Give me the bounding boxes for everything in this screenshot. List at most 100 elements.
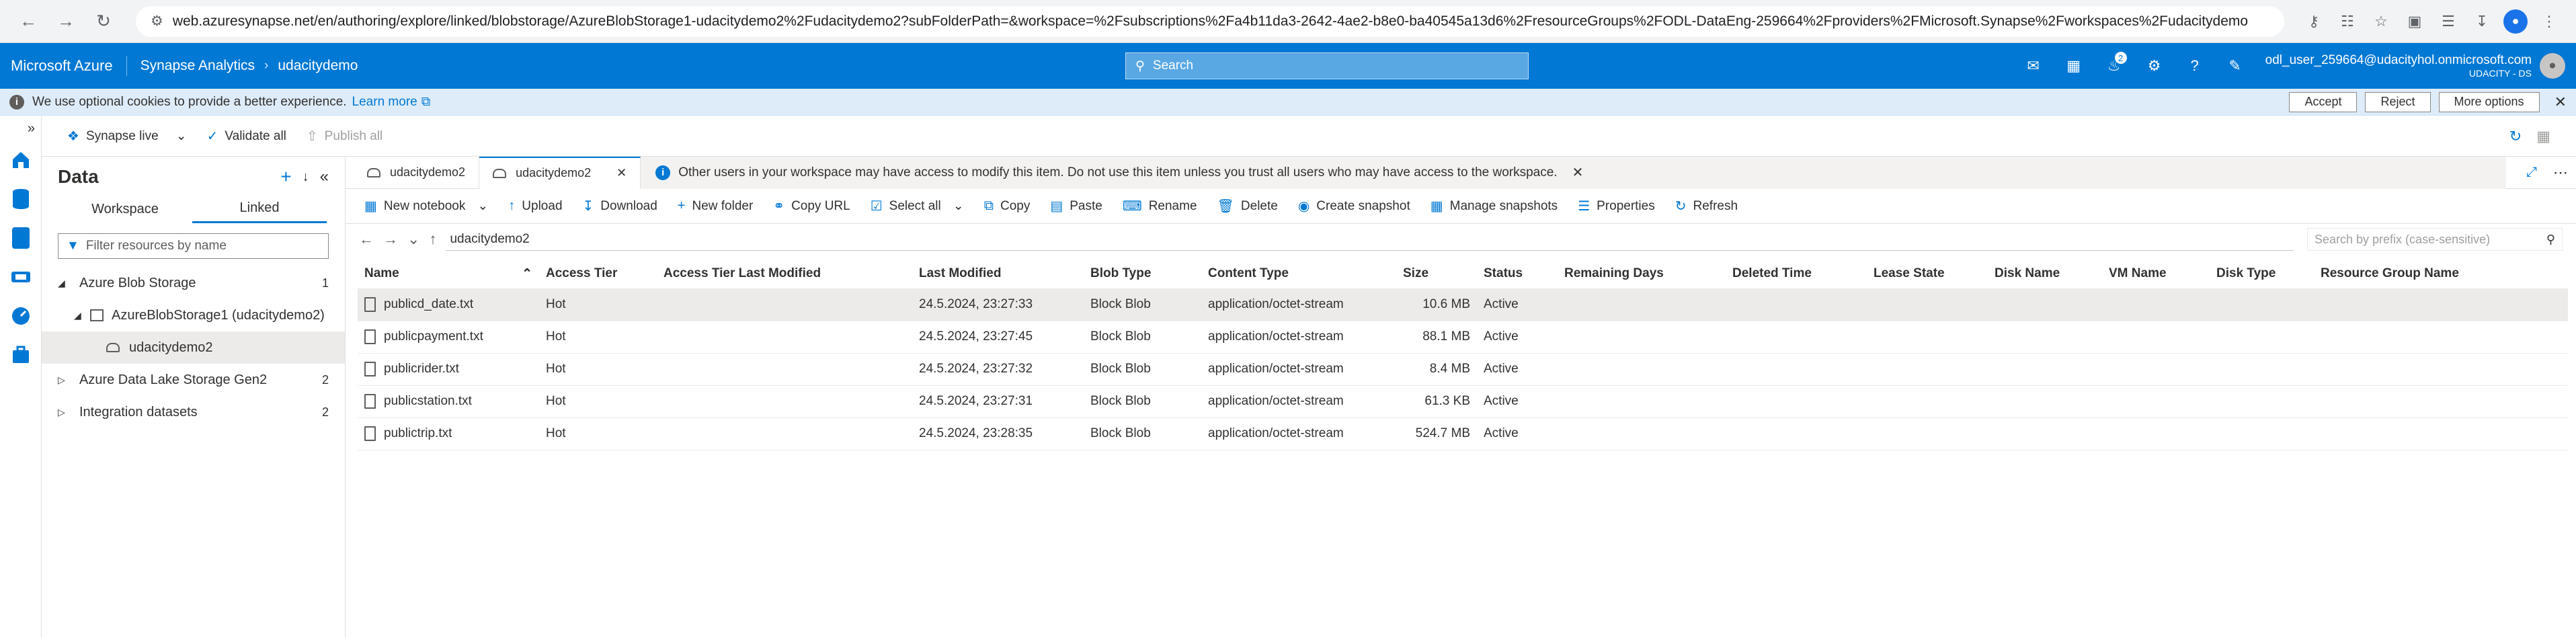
tree-node-udacitydemo2[interactable]: udacitydemo2 bbox=[42, 331, 345, 364]
col-header-lease-state[interactable]: Lease State bbox=[1867, 259, 1988, 288]
delete-button[interactable]: 🗑 Delete bbox=[1217, 198, 1278, 214]
settings-gear-icon[interactable]: ⚙ bbox=[2139, 50, 2170, 81]
add-resource-icon[interactable]: + bbox=[280, 166, 291, 188]
tab-linked[interactable]: Linked bbox=[192, 200, 327, 223]
develop-hub-icon[interactable] bbox=[0, 218, 42, 257]
close-tab-icon[interactable]: ✕ bbox=[616, 166, 627, 180]
manage-hub-icon[interactable] bbox=[0, 335, 42, 374]
user-account[interactable]: odl_user_259664@udacityhol.onmicrosoft.c… bbox=[2265, 53, 2532, 79]
maximize-icon[interactable]: ⤢ bbox=[2526, 165, 2537, 180]
path-input[interactable]: udacitydemo2 bbox=[446, 228, 2294, 251]
discard-icon[interactable]: ▦ bbox=[2536, 128, 2550, 145]
col-header-status[interactable]: Status bbox=[1477, 259, 1558, 288]
filter-resources-input[interactable]: ▼ Filter resources by name bbox=[58, 233, 329, 259]
close-icon[interactable]: ✕ bbox=[2554, 93, 2567, 111]
chat-icon[interactable]: ✎ bbox=[2220, 50, 2251, 81]
back-icon[interactable]: ← bbox=[12, 5, 44, 38]
manage-snapshots-button[interactable]: ▦ Manage snapshots bbox=[1431, 198, 1558, 214]
profile-avatar[interactable]: ● bbox=[2501, 7, 2530, 36]
address-bar[interactable]: ⚙ web.azuresynapse.net/en/authoring/expl… bbox=[136, 5, 2284, 37]
forward-icon[interactable]: → bbox=[50, 5, 82, 38]
learn-more-link[interactable]: Learn more bbox=[352, 95, 417, 110]
more-options-button[interactable]: More options bbox=[2438, 91, 2540, 112]
col-header-resource-group[interactable]: Resource Group Name bbox=[2314, 259, 2568, 288]
extensions-icon[interactable]: ▣ bbox=[2400, 7, 2429, 36]
properties-button[interactable]: ☰ Properties bbox=[1578, 198, 1655, 214]
col-header-content-type[interactable]: Content Type bbox=[1201, 259, 1396, 288]
refresh-status-icon[interactable]: ↻ bbox=[2509, 128, 2522, 145]
col-header-deleted-time[interactable]: Deleted Time bbox=[1726, 259, 1867, 288]
reject-cookies-button[interactable]: Reject bbox=[2365, 91, 2431, 112]
tab-udacitydemo2-2[interactable]: udacitydemo2 ✕ bbox=[479, 156, 641, 189]
tree-node-adls-gen2[interactable]: ▷ Azure Data Lake Storage Gen2 2 bbox=[42, 364, 345, 396]
col-header-disk-type[interactable]: Disk Type bbox=[2210, 259, 2314, 288]
close-info-icon[interactable]: ✕ bbox=[1572, 164, 1584, 181]
nav-history-icon[interactable]: ⌄ bbox=[407, 231, 419, 248]
col-header-vm-name[interactable]: VM Name bbox=[2102, 259, 2210, 288]
select-all-button[interactable]: ☑ Select all ⌄ bbox=[871, 198, 964, 214]
col-header-access-tier[interactable]: Access Tier bbox=[539, 259, 657, 288]
user-avatar[interactable]: ● bbox=[2540, 53, 2565, 79]
paste-button[interactable]: ▤ Paste bbox=[1050, 198, 1102, 214]
integrate-hub-icon[interactable] bbox=[0, 257, 42, 296]
table-row[interactable]: publicstation.txt Hot 24.5.2024, 23:27:31 B… bbox=[358, 385, 2568, 418]
name-cell[interactable]: publictrip.txt bbox=[358, 417, 539, 450]
more-actions-icon[interactable]: ⋯ bbox=[2553, 164, 2568, 182]
browser-menu-icon[interactable]: ⋮ bbox=[2534, 7, 2564, 36]
caret-down-icon[interactable]: ◢ bbox=[58, 278, 74, 289]
nav-back-icon[interactable]: ← bbox=[359, 231, 374, 248]
name-cell[interactable]: publicstation.txt bbox=[358, 385, 539, 418]
nav-forward-icon[interactable]: → bbox=[383, 231, 398, 248]
home-icon[interactable] bbox=[0, 141, 42, 180]
monitor-hub-icon[interactable] bbox=[0, 296, 42, 335]
name-cell[interactable]: publicpayment.txt bbox=[358, 321, 539, 354]
table-row[interactable]: publicpayment.txt Hot 24.5.2024, 23:27:45 B… bbox=[358, 321, 2568, 354]
caret-right-icon[interactable]: ▷ bbox=[58, 374, 74, 386]
copy-button[interactable]: ⧉ Copy bbox=[984, 198, 1031, 214]
sidebar-icon[interactable]: ☰ bbox=[2433, 7, 2463, 36]
new-folder-button[interactable]: + New folder bbox=[678, 198, 754, 214]
col-header-disk-name[interactable]: Disk Name bbox=[1988, 259, 2102, 288]
data-hub-icon[interactable] bbox=[0, 180, 42, 218]
tab-udacitydemo2-1[interactable]: udacitydemo2 bbox=[354, 156, 480, 189]
col-header-access-tier-modified[interactable]: Access Tier Last Modified bbox=[657, 259, 912, 288]
accept-cookies-button[interactable]: Accept bbox=[2289, 91, 2358, 112]
name-cell[interactable]: publicd_date.txt bbox=[358, 288, 539, 321]
workspace-name[interactable]: udacitydemo bbox=[278, 58, 358, 74]
site-info-icon[interactable]: ⚙ bbox=[151, 13, 163, 30]
expand-rail-icon[interactable]: » bbox=[0, 116, 42, 141]
translate-icon[interactable]: ☷ bbox=[2333, 7, 2362, 36]
collapse-pane-icon[interactable]: « bbox=[320, 167, 329, 186]
tree-node-azure-blob-storage[interactable]: ◢ Azure Blob Storage 1 bbox=[42, 267, 345, 299]
col-header-name[interactable]: Name ⌃ bbox=[358, 259, 539, 288]
caret-right-icon[interactable]: ▷ bbox=[58, 407, 74, 418]
synapse-live-dropdown[interactable]: ❖ Synapse live ⌄ bbox=[67, 128, 187, 145]
feedback-icon[interactable]: ✉ bbox=[2018, 50, 2049, 81]
bookmark-star-icon[interactable]: ☆ bbox=[2366, 7, 2396, 36]
rename-button[interactable]: ⌨ Rename bbox=[1123, 198, 1197, 214]
create-snapshot-button[interactable]: ◉ Create snapshot bbox=[1298, 198, 1410, 214]
upload-button[interactable]: ↑ Upload bbox=[508, 198, 562, 214]
copy-url-button[interactable]: ⚭ Copy URL bbox=[773, 198, 850, 214]
new-notebook-button[interactable]: ▦ New notebook ⌄ bbox=[364, 198, 488, 214]
collapse-all-icon[interactable]: ↓ bbox=[303, 169, 309, 185]
table-row[interactable]: publicrider.txt Hot 24.5.2024, 23:27:32 Blo… bbox=[358, 353, 2568, 386]
col-header-last-modified[interactable]: Last Modified bbox=[912, 259, 1084, 288]
service-name[interactable]: Synapse Analytics bbox=[140, 58, 255, 74]
col-header-blob-type[interactable]: Blob Type bbox=[1084, 259, 1201, 288]
password-key-icon[interactable]: ⚷ bbox=[2299, 7, 2329, 36]
directory-icon[interactable]: ▦ bbox=[2058, 50, 2089, 81]
brand-name[interactable]: Microsoft Azure bbox=[11, 57, 113, 75]
reload-icon[interactable]: ↻ bbox=[87, 5, 120, 38]
tree-node-integration-datasets[interactable]: ▷ Integration datasets 2 bbox=[42, 396, 345, 428]
tree-node-azureblobstorage1[interactable]: ◢ AzureBlobStorage1 (udacitydemo2) bbox=[42, 299, 345, 331]
validate-all-button[interactable]: ✓ Validate all bbox=[207, 128, 286, 145]
sort-up-icon[interactable]: ⌃ bbox=[522, 266, 532, 282]
col-header-size[interactable]: Size bbox=[1396, 259, 1477, 288]
downloads-icon[interactable]: ↧ bbox=[2467, 7, 2497, 36]
tab-workspace[interactable]: Workspace bbox=[58, 202, 192, 223]
notifications-bell-icon[interactable]: ♨ 2 bbox=[2099, 50, 2130, 81]
table-row[interactable]: publictrip.txt Hot 24.5.2024, 23:28:35 Bloc… bbox=[358, 417, 2568, 450]
search-input[interactable]: ⚲ Search bbox=[1125, 52, 1529, 79]
prefix-search-input[interactable]: Search by prefix (case-sensitive) ⚲ bbox=[2307, 228, 2563, 251]
